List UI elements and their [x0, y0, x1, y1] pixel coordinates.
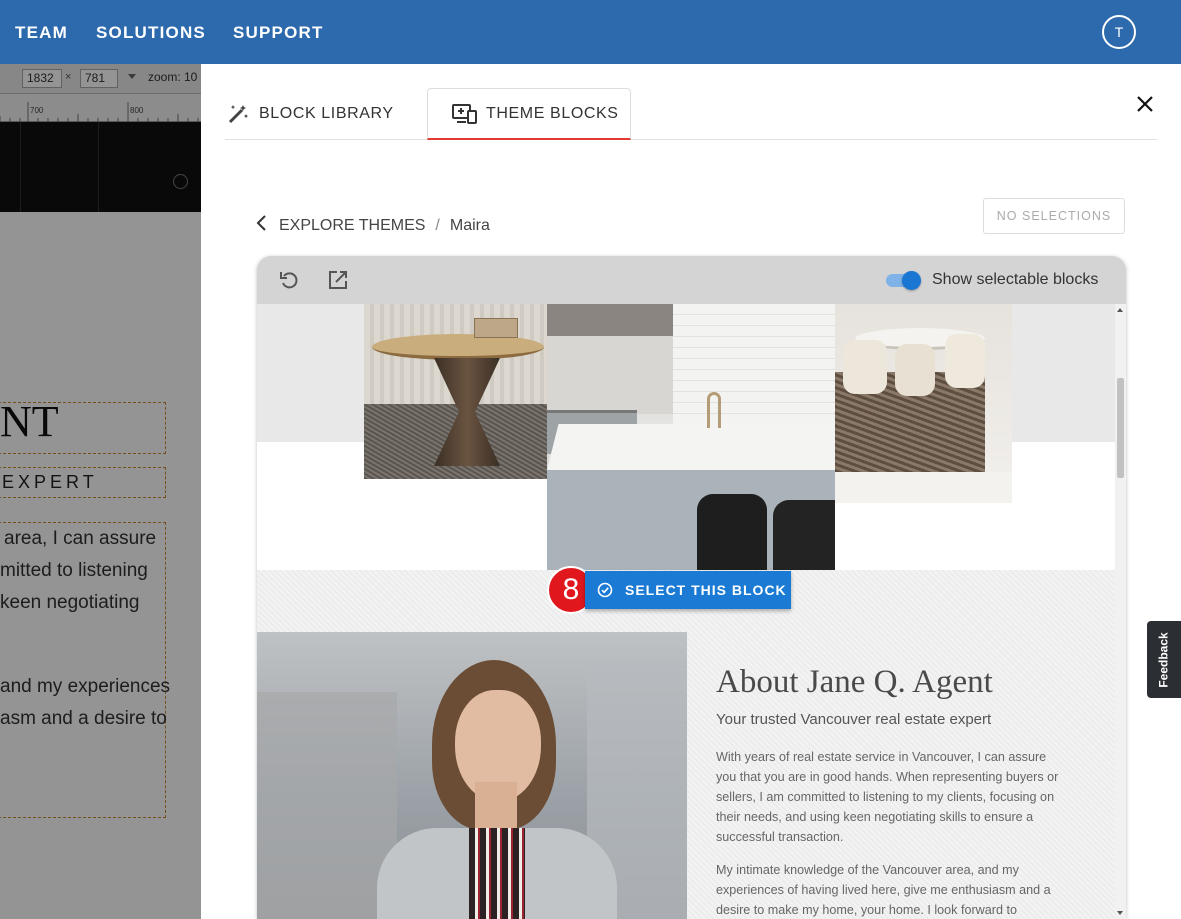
select-this-block-button[interactable]: SELECT THIS BLOCK — [585, 571, 791, 609]
show-selectable-toggle[interactable] — [886, 271, 922, 290]
theme-preview-frame: Show selectable blocks 8 SELECT THIS BLO… — [257, 256, 1126, 919]
chevron-left-icon[interactable] — [255, 214, 267, 238]
toggle-label: Show selectable blocks — [932, 271, 1099, 288]
nav-support[interactable]: SUPPORT — [233, 23, 324, 43]
gallery-photo-table — [364, 304, 547, 479]
modal-backdrop — [0, 64, 201, 919]
magic-wand-icon — [225, 103, 251, 125]
preview-scrollbar[interactable] — [1115, 304, 1126, 919]
tab-label: BLOCK LIBRARY — [259, 105, 394, 122]
tab-bar: BLOCK LIBRARY THEME BLOCKS — [225, 88, 1157, 140]
breadcrumb: EXPLORE THEMES / Maira — [255, 214, 490, 238]
breadcrumb-separator: / — [435, 217, 440, 234]
agent-portrait-photo — [257, 632, 687, 919]
breadcrumb-explore-themes[interactable]: EXPLORE THEMES — [279, 217, 425, 235]
editor-background: 1832 × 781 zoom: 10 700 800 NT EXPERT ar… — [0, 64, 201, 919]
gallery-photo-dining — [835, 304, 1012, 503]
about-paragraph: With years of real estate service in Van… — [716, 750, 1059, 844]
select-block-label: SELECT THIS BLOCK — [625, 582, 787, 598]
tab-label: THEME BLOCKS — [486, 104, 619, 122]
open-external-icon[interactable] — [326, 268, 350, 292]
theme-blocks-modal: BLOCK LIBRARY THEME BLOCKS EXPLORE THEME… — [201, 64, 1181, 919]
feedback-label: Feedback — [1157, 631, 1172, 688]
tab-theme-blocks[interactable]: THEME BLOCKS — [427, 88, 631, 140]
nav-team[interactable]: TEAM — [15, 23, 68, 43]
undo-icon[interactable] — [277, 268, 301, 292]
preview-content: 8 SELECT THIS BLOCK About Jane Q. Agent … — [257, 304, 1115, 919]
about-subheading: Your trusted Vancouver real estate exper… — [716, 711, 992, 728]
scroll-up-icon[interactable] — [1117, 308, 1123, 312]
breadcrumb-current-theme: Maira — [449, 217, 490, 234]
toggle-knob — [902, 271, 921, 290]
check-circle-icon — [597, 582, 613, 598]
user-avatar[interactable]: T — [1102, 15, 1136, 49]
top-navigation-bar: TEAM SOLUTIONS SUPPORT T — [0, 0, 1181, 64]
scroll-down-icon[interactable] — [1117, 911, 1123, 915]
tab-block-library[interactable]: BLOCK LIBRARY — [225, 88, 425, 140]
close-icon[interactable] — [1133, 92, 1157, 116]
about-heading: About Jane Q. Agent — [716, 664, 993, 700]
gallery-photo-kitchen — [547, 304, 835, 570]
scrollbar-thumb[interactable] — [1117, 378, 1124, 478]
about-paragraph: My intimate knowledge of the Vancouver a… — [716, 863, 1051, 917]
nav-solutions[interactable]: SOLUTIONS — [96, 23, 206, 43]
feedback-tab[interactable]: Feedback — [1147, 621, 1181, 698]
preview-toolbar: Show selectable blocks — [257, 256, 1126, 304]
theme-blocks-icon — [452, 103, 478, 125]
no-selections-button[interactable]: NO SELECTIONS — [983, 198, 1125, 234]
